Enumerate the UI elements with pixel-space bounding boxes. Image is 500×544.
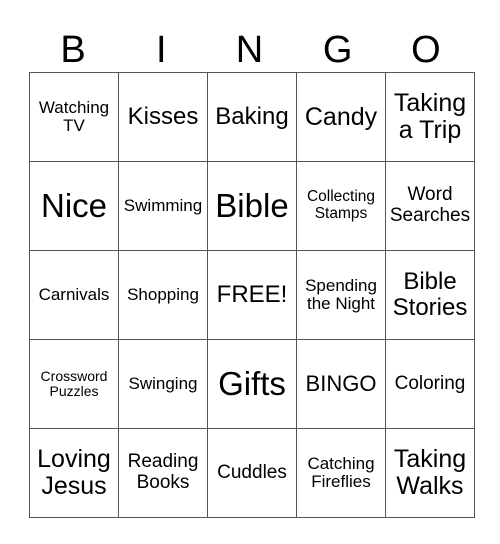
bingo-cell[interactable]: Taking a Trip: [385, 72, 475, 162]
grid-row: Loving Jesus Reading Books Cuddles Catch…: [29, 428, 475, 518]
bingo-cell[interactable]: Reading Books: [118, 428, 208, 518]
bingo-cell[interactable]: Word Searches: [385, 161, 475, 251]
header-letter-b: B: [60, 29, 86, 71]
header-letter-n: N: [235, 29, 264, 71]
bingo-cell[interactable]: Swimming: [118, 161, 208, 251]
header-letter-i: I: [156, 29, 167, 71]
bingo-cell[interactable]: Gifts: [207, 339, 297, 429]
bingo-cell[interactable]: Nice: [29, 161, 119, 251]
grid-row: Carnivals Shopping FREE! Spending the Ni…: [29, 250, 475, 340]
bingo-cell[interactable]: Swinging: [118, 339, 208, 429]
bingo-grid: Watching TV Kisses Baking Candy Taking a…: [29, 72, 475, 518]
bingo-cell[interactable]: Coloring: [385, 339, 475, 429]
grid-row: Crossword Puzzles Swinging Gifts BINGO C…: [29, 339, 475, 429]
bingo-cell[interactable]: Carnivals: [29, 250, 119, 340]
grid-row: Nice Swimming Bible Collecting Stamps Wo…: [29, 161, 475, 251]
bingo-header: B I N G O: [29, 28, 470, 72]
bingo-cell[interactable]: Bible: [207, 161, 297, 251]
bingo-cell[interactable]: Catching Fireflies: [296, 428, 386, 518]
bingo-cell[interactable]: Cuddles: [207, 428, 297, 518]
bingo-cell[interactable]: Kisses: [118, 72, 208, 162]
bingo-cell[interactable]: Baking: [207, 72, 297, 162]
header-letter-o: O: [411, 29, 441, 71]
bingo-cell[interactable]: Collecting Stamps: [296, 161, 386, 251]
bingo-cell[interactable]: BINGO: [296, 339, 386, 429]
bingo-cell[interactable]: Watching TV: [29, 72, 119, 162]
bingo-cell[interactable]: Crossword Puzzles: [29, 339, 119, 429]
bingo-cell[interactable]: Loving Jesus: [29, 428, 119, 518]
header-letter-g: G: [322, 29, 353, 71]
grid-row: Watching TV Kisses Baking Candy Taking a…: [29, 72, 475, 162]
bingo-cell[interactable]: Shopping: [118, 250, 208, 340]
bingo-cell[interactable]: Taking Walks: [385, 428, 475, 518]
free-space-cell[interactable]: FREE!: [207, 250, 297, 340]
bingo-cell[interactable]: Bible Stories: [385, 250, 475, 340]
bingo-cell[interactable]: Candy: [296, 72, 386, 162]
bingo-cell[interactable]: Spending the Night: [296, 250, 386, 340]
